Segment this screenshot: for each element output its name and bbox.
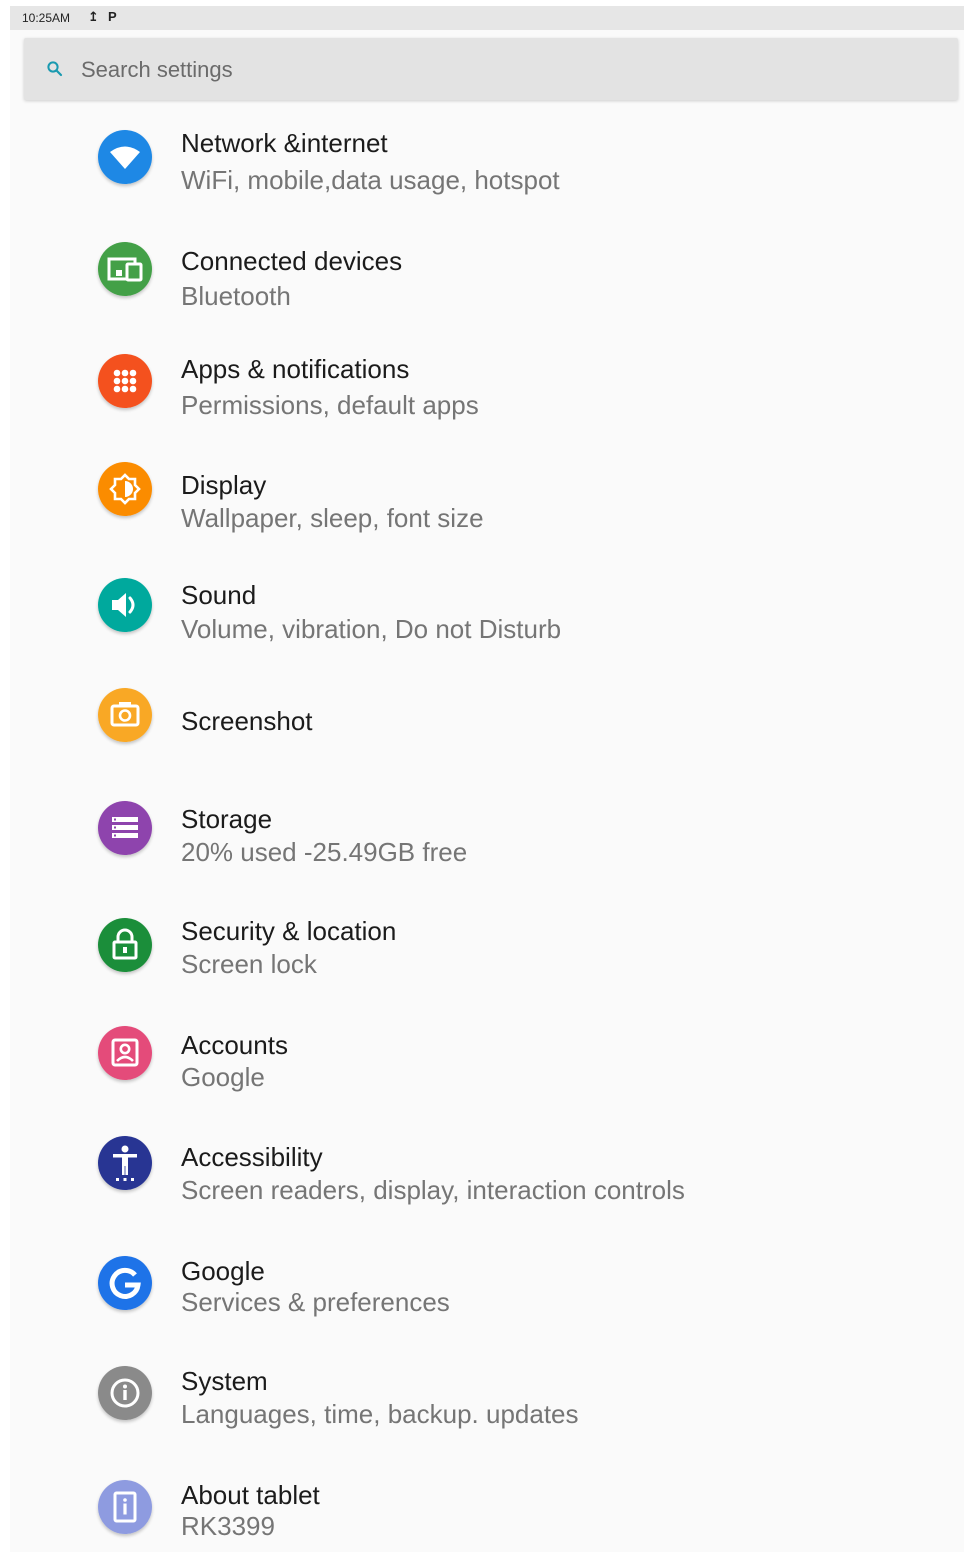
tablet-info-icon xyxy=(98,1480,152,1534)
item-title: Google xyxy=(181,1256,265,1286)
item-subtitle: Screen readers, display, interaction con… xyxy=(181,1175,685,1205)
lock-icon xyxy=(98,918,152,972)
status-time: 10:25AM xyxy=(22,11,71,25)
settings-item-apps[interactable]: Apps & notifications Permissions, defaul… xyxy=(10,340,964,440)
item-subtitle: RK3399 xyxy=(181,1511,275,1541)
item-subtitle: Volume, vibration, Do not Disturb xyxy=(181,614,562,644)
item-subtitle: 20% used -25.49GB free xyxy=(181,837,468,867)
item-title: Connected devices xyxy=(181,246,403,276)
settings-item-screenshot[interactable]: Screenshot xyxy=(10,676,964,776)
google-icon xyxy=(98,1256,152,1310)
settings-item-about-tablet[interactable]: About tablet RK3399 xyxy=(10,1460,964,1552)
search-placeholder: Search settings xyxy=(81,57,233,82)
settings-screen: 10:25AM ↥ P Search settings Network &int… xyxy=(10,6,964,1552)
devices-icon xyxy=(98,242,152,296)
upload-icon: ↥ xyxy=(88,9,99,24)
item-title: Sound xyxy=(181,580,257,610)
item-subtitle: Google xyxy=(181,1062,265,1092)
item-subtitle: Services & preferences xyxy=(181,1287,450,1317)
item-title: Screenshot xyxy=(181,706,313,736)
item-subtitle: Bluetooth xyxy=(181,281,291,311)
apps-grid-icon xyxy=(98,354,152,408)
settings-item-connected-devices[interactable]: Connected devices Bluetooth xyxy=(10,228,964,328)
settings-item-sound[interactable]: Sound Volume, vibration, Do not Disturb xyxy=(10,564,964,664)
settings-item-system[interactable]: System Languages, time, backup. updates xyxy=(10,1348,964,1448)
settings-item-accessibility[interactable]: Accessibility Screen readers, display, i… xyxy=(10,1124,964,1224)
search-bar[interactable]: Search settings xyxy=(24,38,958,100)
account-icon xyxy=(98,1026,152,1080)
info-icon xyxy=(98,1366,152,1420)
settings-item-storage[interactable]: Storage 20% used -25.49GB free xyxy=(10,788,964,888)
item-title: System xyxy=(181,1366,268,1396)
wifi-icon xyxy=(98,130,152,184)
item-title: About tablet xyxy=(181,1480,320,1510)
settings-item-display[interactable]: Display Wallpaper, sleep, font size xyxy=(10,452,964,552)
search-icon xyxy=(47,61,63,77)
settings-item-network[interactable]: Network &internet WiFi, mobile,data usag… xyxy=(10,116,964,216)
item-title: Accessibility xyxy=(181,1142,323,1172)
camera-icon xyxy=(98,688,152,742)
item-title: Accounts xyxy=(181,1030,288,1060)
volume-icon xyxy=(98,578,152,632)
item-title: Apps & notifications xyxy=(181,354,410,384)
item-title: Display xyxy=(181,470,267,500)
item-subtitle: WiFi, mobile,data usage, hotspot xyxy=(181,165,560,195)
status-bar: 10:25AM ↥ P xyxy=(10,6,964,30)
accessibility-icon xyxy=(98,1136,152,1190)
settings-item-security[interactable]: Security & location Screen lock xyxy=(10,900,964,1000)
item-subtitle: Wallpaper, sleep, font size xyxy=(181,503,484,533)
item-title: Security & location xyxy=(181,916,397,946)
item-title: Network &internet xyxy=(181,128,388,158)
settings-item-accounts[interactable]: Accounts Google xyxy=(10,1012,964,1112)
brightness-icon xyxy=(98,462,152,516)
settings-item-google[interactable]: Google Services & preferences xyxy=(10,1236,964,1336)
item-subtitle: Screen lock xyxy=(181,949,317,979)
parking-icon: P xyxy=(108,9,117,24)
item-title: Storage xyxy=(181,804,273,834)
storage-icon xyxy=(98,801,152,855)
item-subtitle: Permissions, default apps xyxy=(181,390,479,420)
item-subtitle: Languages, time, backup. updates xyxy=(181,1399,579,1429)
